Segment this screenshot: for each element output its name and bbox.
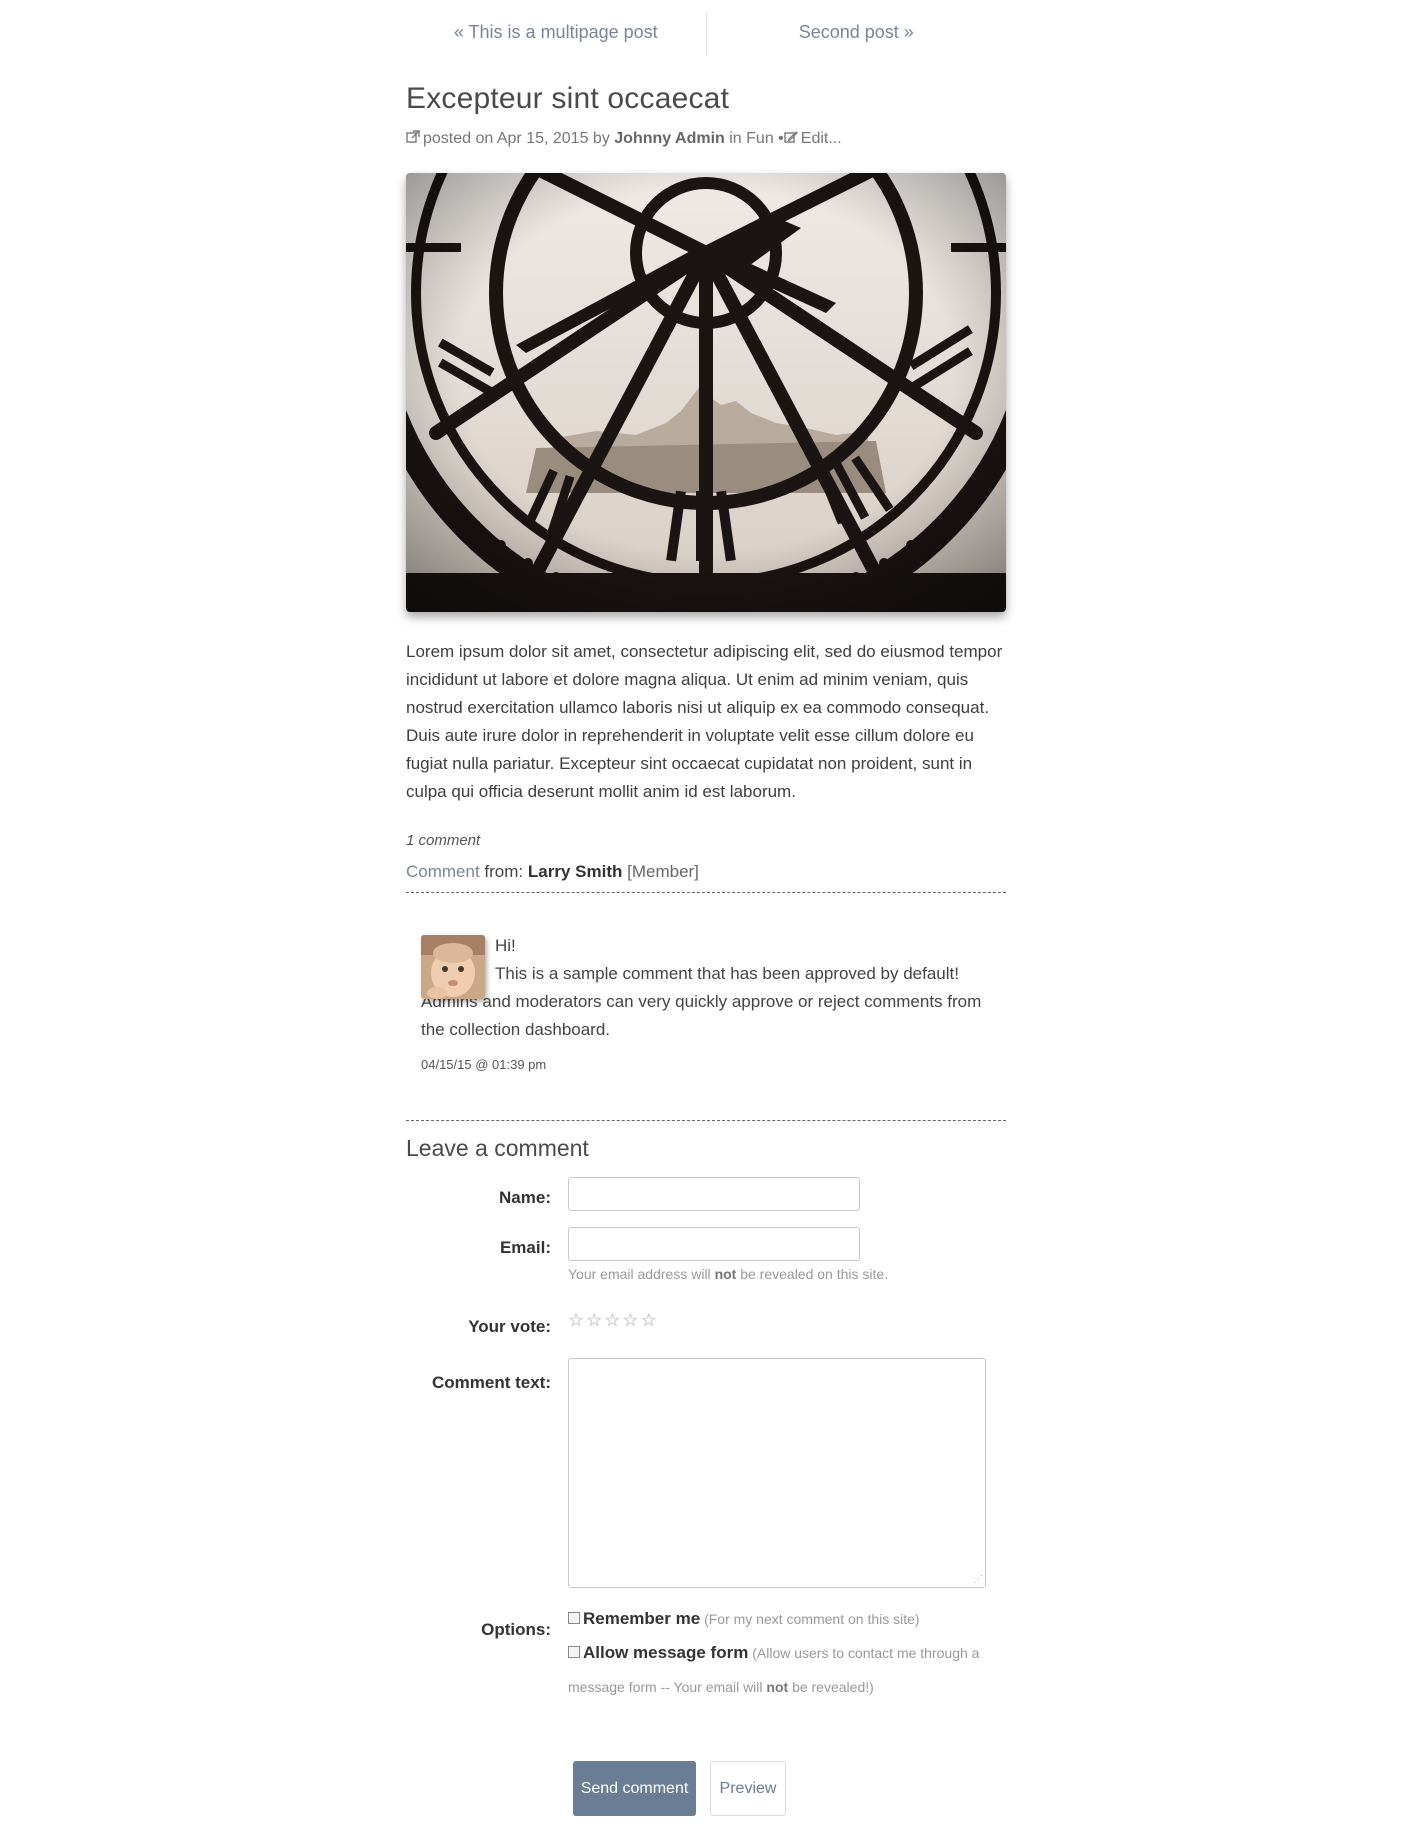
comment-greeting: Hi! <box>495 936 516 955</box>
comment-item: Hi! This is a sample comment that has be… <box>421 932 1001 1044</box>
comment-count: 1 comment <box>406 832 481 849</box>
name-input[interactable] <box>568 1177 860 1211</box>
post-meta: posted on Apr 15, 2015 by Johnny Admin i… <box>406 130 842 148</box>
allow-message-checkbox[interactable] <box>568 1646 580 1658</box>
allow-message-label[interactable]: Allow message form <box>583 1643 748 1662</box>
star-icon-5[interactable]: ☆ <box>641 1311 657 1329</box>
email-note-pre: Your email address will <box>568 1266 711 1282</box>
category-link[interactable]: Fun <box>746 130 774 147</box>
send-comment-button[interactable]: Send comment <box>573 1761 696 1816</box>
email-note-bold: not <box>714 1266 737 1282</box>
leave-comment-heading: Leave a comment <box>406 1135 589 1161</box>
remember-me-option: Remember me (For my next comment on this… <box>568 1602 998 1636</box>
post-title: Excepteur sint occaecat <box>406 82 730 115</box>
post-body: Lorem ipsum dolor sit amet, consectetur … <box>406 642 1003 801</box>
star-icon-4[interactable]: ☆ <box>622 1311 638 1329</box>
comment-text: This is a sample comment that has been a… <box>421 964 982 1039</box>
remember-me-note: (For my next comment on this site) <box>704 1611 920 1627</box>
star-icon-3[interactable]: ☆ <box>604 1311 620 1329</box>
comment-date: 04/15/15 @ 01:39 pm <box>421 1057 547 1072</box>
post-image-clock <box>406 173 1006 612</box>
previous-post-link[interactable]: « This is a multipage post <box>406 12 706 56</box>
post-pager: « This is a multipage post Second post » <box>406 12 1006 56</box>
edit-link[interactable]: Edit... <box>801 130 842 147</box>
email-input[interactable] <box>568 1227 860 1261</box>
options-label: Options: <box>481 1620 551 1639</box>
next-post-link[interactable]: Second post » <box>707 12 1007 56</box>
in-text: in <box>729 130 742 147</box>
allow-message-note-post: be revealed!) <box>792 1679 874 1695</box>
name-label: Name: <box>499 1188 551 1207</box>
comment-header: Comment from: Larry Smith [Member] <box>406 862 1006 893</box>
star-icon-2[interactable]: ☆ <box>586 1311 602 1329</box>
remember-me-label[interactable]: Remember me <box>583 1609 700 1628</box>
star-icon-1[interactable]: ☆ <box>568 1311 584 1329</box>
email-label: Email: <box>499 1238 551 1257</box>
post-author-link[interactable]: Johnny Admin <box>614 130 725 147</box>
leave-comment-section: Leave a comment <box>406 1120 1006 1162</box>
allow-message-option: Allow message form (Allow users to conta… <box>568 1636 998 1704</box>
comment-body: Hi! This is a sample comment that has be… <box>421 932 1001 1044</box>
remember-me-checkbox[interactable] <box>568 1612 580 1624</box>
email-note: Your email address will not be revealed … <box>568 1266 888 1282</box>
comment-author-role: [Member] <box>627 862 699 881</box>
posted-on-text: posted on Apr 15, 2015 by <box>423 130 610 147</box>
edit-icon[interactable] <box>784 130 798 144</box>
preview-button[interactable]: Preview <box>710 1761 786 1816</box>
avatar[interactable] <box>421 935 485 999</box>
allow-message-note-bold: not <box>766 1679 789 1695</box>
resize-grip-icon[interactable]: ⋰ <box>973 1575 983 1585</box>
comment-text-label: Comment text: <box>431 1373 551 1392</box>
email-note-post: be revealed on this site. <box>740 1266 889 1282</box>
permalink-icon[interactable] <box>406 130 420 144</box>
vote-label: Your vote: <box>468 1317 551 1336</box>
comment-textarea[interactable]: ⋰ <box>568 1358 986 1588</box>
comment-author[interactable]: Larry Smith <box>528 862 622 881</box>
star-rating[interactable]: ☆ ☆ ☆ ☆ ☆ <box>568 1311 657 1329</box>
comment-permalink[interactable]: Comment <box>406 862 480 881</box>
comment-from-text: from: <box>484 862 524 881</box>
